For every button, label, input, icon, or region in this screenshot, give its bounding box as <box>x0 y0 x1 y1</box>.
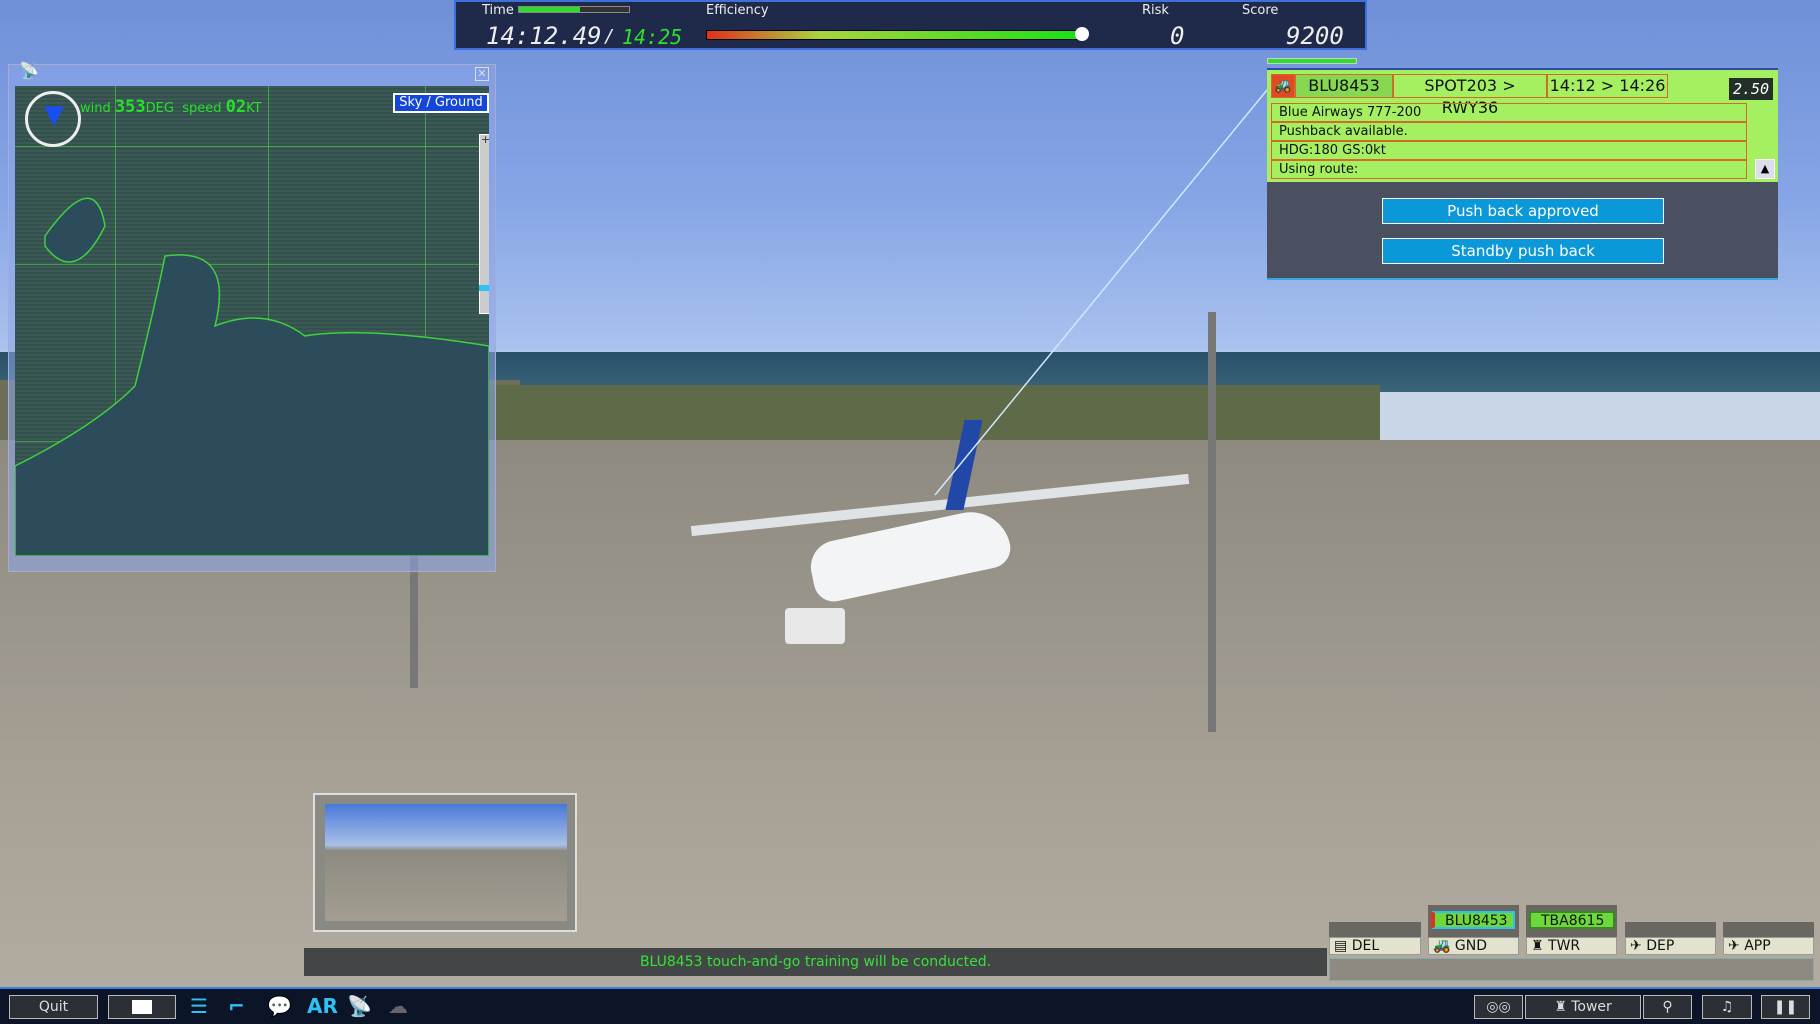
wind-compass: ▼ <box>25 91 81 147</box>
tower-icon: ♜ <box>1554 999 1567 1015</box>
wind-unit: DEG <box>145 101 174 116</box>
fullscreen-icon <box>132 1000 152 1014</box>
wind-label: wind <box>80 101 111 116</box>
route-line: Using route: <box>1271 160 1747 179</box>
speed-unit: KT <box>246 101 262 116</box>
search-button[interactable]: ⚲ <box>1643 995 1692 1019</box>
time-progress-bar <box>518 6 630 13</box>
tab-gnd[interactable]: 🚜 GND <box>1428 937 1519 955</box>
schedule-times: 14:12 > 14:26 <box>1547 74 1668 98</box>
wind-degrees: 353 <box>114 97 146 117</box>
efficiency-label: Efficiency <box>706 3 769 18</box>
departure-icon: ✈ <box>1630 938 1642 954</box>
tower-label: Tower <box>1571 999 1612 1015</box>
frequency-log[interactable] <box>1329 958 1814 981</box>
coastline <box>15 197 489 556</box>
push-back-approved-button[interactable]: Push back approved <box>1382 198 1664 224</box>
collapse-button[interactable]: ▲ <box>1755 159 1775 179</box>
message-bar: BLU8453 touch-and-go training will be co… <box>304 948 1327 976</box>
time-separator: / <box>604 26 615 47</box>
fullscreen-button[interactable] <box>108 995 176 1019</box>
flight-strip[interactable]: 🚜 BLU8453 SPOT203 > RWY36 14:12 > 14:26 … <box>1267 70 1778 182</box>
risk-value: 0 <box>1170 22 1185 50</box>
aircraft-camera-thumbnail[interactable] <box>313 793 577 932</box>
document-icon: ▤ <box>1334 938 1348 954</box>
tab-label: APP <box>1744 938 1771 954</box>
chat-icon[interactable]: 💬 <box>267 992 292 1020</box>
tab-app[interactable]: ✈ APP <box>1723 937 1814 955</box>
risk-label: Risk <box>1142 3 1169 18</box>
pause-button[interactable]: ❚❚ <box>1761 995 1810 1019</box>
tower-icon: ♜ <box>1531 938 1544 954</box>
status-line: Pushback available. <box>1271 122 1747 141</box>
gnd-chip-blu8453[interactable]: BLU8453 <box>1431 911 1515 929</box>
wind-readout: wind 353DEG speed 02KT <box>80 97 262 117</box>
tab-del[interactable]: ▤ DEL <box>1329 937 1421 955</box>
zoom-slider[interactable]: + <box>479 133 489 314</box>
tab-twr[interactable]: ♜ TWR <box>1526 937 1617 955</box>
strip-progress <box>1267 58 1357 64</box>
twr-chip-tba8615[interactable]: TBA8615 <box>1529 911 1615 929</box>
zoom-slider-handle[interactable] <box>479 285 489 291</box>
wind-speed: 02 <box>225 97 247 117</box>
tug-icon: 🚜 <box>1433 938 1451 954</box>
dep-queue <box>1625 922 1716 937</box>
heading-speed: HDG:180 GS:0kt <box>1271 141 1747 160</box>
efficiency-bar <box>706 30 1086 40</box>
speed-label: speed <box>182 101 222 116</box>
tower-view-button[interactable]: ♜ Tower <box>1525 995 1641 1019</box>
radar-antenna-icon[interactable]: 📡 <box>347 992 372 1020</box>
flight-strip-panel: 🚜 BLU8453 SPOT203 > RWY36 14:12 > 14:26 … <box>1267 58 1778 280</box>
strip-timer: 2.50 <box>1729 78 1773 100</box>
del-queue <box>1329 922 1421 937</box>
tab-dep[interactable]: ✈ DEP <box>1625 937 1716 955</box>
weather-icon[interactable]: ☁ <box>388 992 408 1020</box>
camera-view <box>325 804 567 921</box>
callsign: BLU8453 <box>1295 74 1393 98</box>
route: SPOT203 > RWY36 <box>1393 74 1547 117</box>
ar-button[interactable]: AR <box>307 992 338 1020</box>
binoculars-button[interactable]: ◎◎ <box>1474 995 1523 1019</box>
tab-label: DEP <box>1646 938 1675 954</box>
app-queue <box>1723 922 1814 937</box>
standby-push-back-button[interactable]: Standby push back <box>1382 238 1664 264</box>
status-bar: Time 14:12.49 / 14:25 Efficiency Risk 0 … <box>454 0 1367 50</box>
time-target: 14:25 <box>622 25 683 49</box>
bottom-toolbar: Quit ☰ ⌐ 💬 AR 📡 ☁ ◎◎ ♜ Tower ⚲ ♫ ❚❚ <box>0 987 1820 1024</box>
tab-label: DEL <box>1351 938 1380 954</box>
arrival-icon: ✈ <box>1728 938 1740 954</box>
efficiency-marker <box>1075 27 1090 41</box>
score-value: 9200 <box>1286 22 1344 50</box>
tab-label: GND <box>1454 938 1487 954</box>
time-label: Time <box>482 3 514 18</box>
radar-map-window[interactable]: 📡 ✕ ▼ wind 353DEG speed 02KT Sky / Groun… <box>8 61 496 572</box>
radar-icon: 📡 <box>19 61 39 80</box>
time-current: 14:12.49 <box>486 22 602 50</box>
tug-icon: 🚜 <box>1271 74 1295 98</box>
close-icon[interactable]: ✕ <box>475 67 489 81</box>
map-view[interactable]: ▼ wind 353DEG speed 02KT Sky / Ground + <box>15 86 489 556</box>
strip-list-icon[interactable]: ☰ <box>190 992 208 1020</box>
runway-icon[interactable]: ⌐ <box>228 992 245 1020</box>
quit-button[interactable]: Quit <box>9 995 98 1019</box>
aircraft-type: Blue Airways 777-200 <box>1271 103 1747 122</box>
score-label: Score <box>1242 3 1279 18</box>
music-button[interactable]: ♫ <box>1702 995 1752 1019</box>
tab-label: TWR <box>1548 938 1581 954</box>
sky-ground-toggle-button[interactable]: Sky / Ground <box>393 93 489 113</box>
zoom-in-icon[interactable]: + <box>481 133 489 146</box>
wind-arrow-icon: ▼ <box>44 100 64 130</box>
